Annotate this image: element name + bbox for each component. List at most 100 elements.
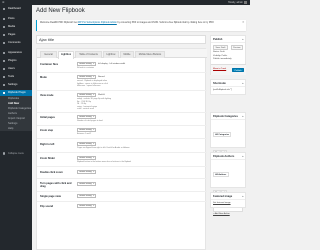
setting-label: Mode [40,76,47,79]
publish-actions: Move to Trash Publish [211,64,246,75]
setting-select[interactable]: Global setting [77,75,96,80]
move-to-trash-link[interactable]: Move to Trash [213,68,226,70]
tab-all-categories[interactable]: All Categories [213,132,232,137]
authors-title: Flipbook Authors [213,155,235,158]
divider [37,166,207,167]
chevron-up-icon[interactable]: ▴ [242,80,243,87]
set-featured-image-link[interactable]: Set featured image [211,200,245,205]
info-notice: Welcome Real3D PDF Flipbook! Get WP Pro … [36,20,246,31]
collapse-label: Collapse menu [8,152,24,155]
save-draft-button[interactable]: Save Draft [213,45,228,50]
shortcode-text[interactable]: [real3dflipbook id=""] [211,87,245,92]
add-new-author-link[interactable]: + Add New Author [211,212,245,216]
setting-label: Initial pages [40,116,55,119]
chevron-up-icon[interactable]: ▴ [242,36,243,43]
setting-description: Flipbook button in the bottom menu bar o… [77,161,132,163]
categories-header[interactable]: Flipbook Categories ▴ [211,113,245,120]
tab-general[interactable]: General [40,51,57,58]
sidebar-item-dashboard[interactable]: Dashboard [0,6,32,12]
brush-icon [2,51,6,55]
tab-table-of-contents[interactable]: Table of Contents [75,51,102,58]
tab-all-authors[interactable]: All Authors [213,172,229,177]
sidebar-item-label: Appearance [8,51,22,54]
sidebar-item-label: Users [8,67,15,70]
divider [37,112,207,113]
submenu-label: Authors [8,112,17,115]
divider [37,72,207,73]
chevron-up-icon[interactable]: ▴ [242,193,243,200]
notice-link[interactable]: WP Pro Subscriptions Flipbook Addon [78,22,117,24]
sidebar-item-label: Settings [8,83,18,86]
sidebar-item-appearance[interactable]: Appearance [0,50,32,56]
chevron-up-icon[interactable]: ▴ [242,113,243,120]
pin-icon [2,17,6,21]
submenu-help[interactable]: Help [0,126,32,131]
sidebar-item-settings[interactable]: Settings [0,82,32,88]
setting-description: webgl · realistic 3D page flip with ligh… [77,98,112,111]
publish-box: Publish ▴ Save Draft Preview Status: Draf… [210,35,246,75]
tab-mobile-menu-buttons[interactable]: Mobile Menu Buttons [135,51,165,58]
setting-description: Number of initial pages to load [77,120,103,122]
wrench-icon [2,75,6,79]
setting-select[interactable]: Global setting [77,182,96,187]
chevron-up-icon[interactable]: ▴ [242,153,243,160]
setting-select[interactable]: Global setting [77,93,96,98]
setting-label: Zoom Slider [40,157,55,160]
setting-select[interactable]: Global setting [77,142,96,147]
setting-select[interactable]: Global setting [77,170,96,175]
authors-header[interactable]: Flipbook Authors ▴ [211,153,245,160]
tab-lightbox-2[interactable]: Lightbox [103,51,119,58]
shortcode-header[interactable]: Shortcode ▴ [211,80,245,87]
tab-mobile[interactable]: Mobile [120,51,134,58]
setting-description: Pages are flipped from right to left. Us… [77,147,130,149]
setting-select[interactable]: Global setting [77,115,96,120]
sidebar-item-users[interactable]: Users [0,66,32,72]
categories-title: Flipbook Categories [213,115,238,118]
sidebar-item-posts[interactable]: Posts [0,16,32,22]
dashboard-icon [2,7,6,11]
sidebar-item-label: Pages [8,33,16,36]
setting-select[interactable]: Global setting [77,194,96,199]
users-icon [2,67,6,71]
featured-image-header[interactable]: Featured image ▴ [211,193,245,200]
shortcode-box: Shortcode ▴ [real3dflipbook id=""] [210,79,246,95]
collapse-icon [2,152,6,155]
sidebar-item-label: Dashboard [8,7,21,10]
divider [37,191,207,192]
sidebar-item-label: Comments [8,41,21,44]
sidebar-item-tools[interactable]: Tools [0,74,32,80]
setting-select[interactable]: Global setting [77,156,96,161]
admin-sidebar: Dashboard Posts Media Pages Comments App… [0,5,32,250]
flipbook-settings-panel: General Lightbox Table of Contents Light… [36,48,207,250]
howdy-user-menu[interactable]: Howdy, admin [228,0,247,5]
sidebar-item-label: Tools [8,75,15,78]
featured-image-box: Featured image ▴ Set featured image [210,192,246,208]
collapse-menu-button[interactable]: Collapse menu [0,151,32,156]
tab-lightbox[interactable]: Lightbox [58,51,74,59]
notice-text: Welcome Real3D PDF Flipbook! Get [40,21,78,24]
sidebar-item-plugins[interactable]: Plugins [0,58,32,64]
setting-select[interactable]: Global setting [77,62,96,67]
sidebar-item-comments[interactable]: Comments [0,40,32,46]
setting-select[interactable]: Global setting [77,128,96,133]
setting-label: Turn pages with click and drag [40,182,72,189]
setting-value: Normal [98,76,105,78]
divider [37,178,207,179]
divider [37,125,207,126]
publish-button[interactable]: Publish [232,67,244,73]
dismiss-icon[interactable]: ✕ [242,20,245,24]
submenu-label: Help [8,127,14,130]
avatar [244,0,247,4]
sidebar-item-pages[interactable]: Pages [0,32,32,38]
setting-label: View mode [40,94,54,97]
setting-select[interactable]: Global setting [77,204,96,209]
preview-button[interactable]: Preview [230,45,243,50]
divider [37,201,207,202]
submenu-label: Import / Export [8,117,26,120]
setting-label: Single page view [40,195,61,198]
divider [37,138,207,139]
flipbook-title-input[interactable]: Ajax title [36,35,206,44]
publish-header[interactable]: Publish ▴ [211,36,245,43]
setting-label: Flip sound [40,205,54,208]
sidebar-item-media[interactable]: Media [0,24,32,30]
